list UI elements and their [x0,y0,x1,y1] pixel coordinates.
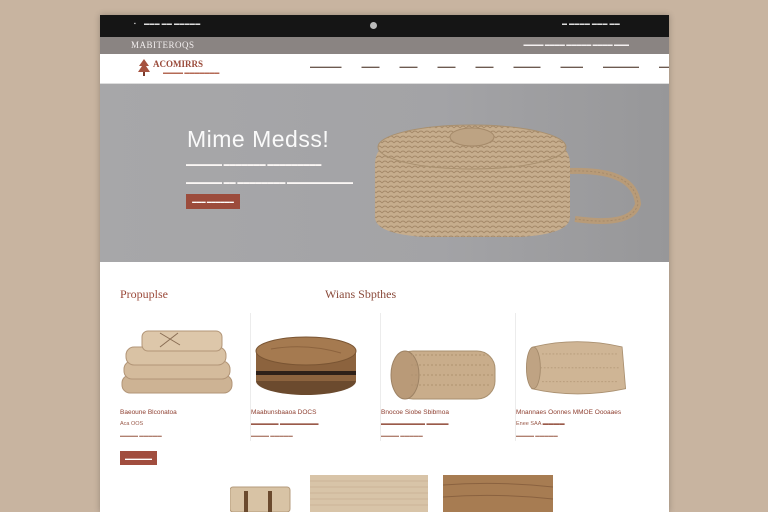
brand-tagline: ▬▬▬▬ ▬▬▬▬▬▬▬ [163,70,220,76]
product-name[interactable]: Baeoune Blconatoa [120,409,177,416]
product-card[interactable]: Baeoune Blconatoa Aca OOS ▬▬▬▬ ▬▬▬▬▬ [120,313,240,441]
topbar-icon[interactable]: ▪ [134,21,136,27]
header-links[interactable]: ▬▬▬▬ ▬▬▬▬ ▬▬▬▬▬ ▬▬▬▬ ▬▬▬ [523,42,629,48]
hero-title: Mime Medss! [187,126,330,152]
menu-item[interactable]: ▬▬▬▬▬ [561,64,584,69]
webpage: ▪ ▬▬▬ ▬▬ ▬▬▬▬▬ ▬ ▬▬▬▬ ▬▬▬ ▬▬ MABITEROQS … [100,15,669,512]
product-price: Enee SAA ▬▬▬▬ [516,421,565,427]
topbar-link[interactable]: ▬▬▬▬▬ [174,21,201,27]
product-name[interactable]: Maabunsbaaoa DOCS [251,409,316,416]
section-heading-left: Propuplse [120,287,168,301]
brand-name[interactable]: ACOMIRRS [153,59,203,69]
menu-item[interactable]: ▬▬▬▬ [476,64,494,69]
product-price: ▬▬▬▬▬▬▬▬ ▬▬▬▬ [381,421,449,427]
product-grid: Baeoune Blconatoa Aca OOS ▬▬▬▬ ▬▬▬▬▬ Maa… [120,313,653,441]
menu-item[interactable]: ▬▬▬▬ [438,64,456,69]
nav-menu: ▬▬▬▬▬▬▬ ▬▬▬▬ ▬▬▬▬ ▬▬▬▬ ▬▬▬▬ ▬▬▬▬▬▬ ▬▬▬▬▬… [310,64,669,69]
burlap-fabric-image [310,475,428,512]
product-card[interactable]: Maabunsbaaoa DOCS ▬▬▬▬▬ ▬▬▬▬▬▬▬ ▬▬▬▬ ▬▬▬… [250,313,371,441]
product-name[interactable]: Bnocoe Siobe Sbibmoa [381,409,449,416]
tree-logo-icon[interactable] [137,58,151,76]
topbar-center-icon [370,22,377,29]
menu-item[interactable]: ▬▬▬▬ [362,64,380,69]
topbar-links-right[interactable]: ▬ ▬▬▬▬ ▬▬▬ ▬▬ [562,21,620,27]
menu-item[interactable]: ▬▬▬▬▬▬ [514,64,541,69]
product-meta: ▬▬▬▬ ▬▬▬▬▬ [516,433,558,438]
section-heading-right: Wians Sbpthes [325,287,397,301]
hero-description: ▬▬▬▬▬▬ ▬▬ ▬▬▬▬▬▬▬▬ ▬▬▬▬▬▬▬▬▬▬▬ [186,180,354,186]
menu-item[interactable]: ▬▬▬▬ [400,64,418,69]
site-title[interactable]: MABITEROQS [131,40,195,50]
rope-basket-image [375,124,642,237]
hero-subtitle: ▬▬▬▬▬▬ ▬▬▬▬▬▬▬ ▬▬▬▬▬▬▬▬▬ [186,162,322,168]
product-meta: ▬▬▬▬ ▬▬▬▬▬ [251,433,293,438]
product-name[interactable]: Mnannaes Oonnes MMOE Oooaaes [516,409,621,416]
shop-now-button[interactable]: ▬▬▬▬▬▬ [120,451,157,465]
rope-bolster-image [390,350,496,400]
product-price: Aca OOS [120,421,144,427]
product-price: ▬▬▬▬▬ ▬▬▬▬▬▬▬ [251,421,319,427]
folded-blankets-image [121,330,233,394]
hero-cta-button[interactable]: ▬▬▬ ▬▬▬▬▬▬ [186,194,240,209]
menu-item[interactable]: ▬▬▬▬▬▬▬▬ [603,64,639,69]
topbar-link[interactable]: ▬▬▬ ▬▬ [144,21,172,27]
product-meta: ▬▬▬▬ ▬▬▬▬▬ [120,433,162,438]
menu-item[interactable]: ▬▬▬▬▬▬▬ [310,64,342,69]
main-nav: ACOMIRRS ▬▬▬▬ ▬▬▬▬▬▬▬ ▬▬▬▬▬▬▬ ▬▬▬▬ ▬▬▬▬ … [100,54,669,84]
product-card[interactable]: Bnocoe Siobe Sbibmoa ▬▬▬▬▬▬▬▬ ▬▬▬▬ ▬▬▬▬ … [380,313,501,441]
top-bar: ▪ ▬▬▬ ▬▬ ▬▬▬▬▬ ▬ ▬▬▬▬ ▬▬▬ ▬▬ [100,15,669,37]
site-header-bar: MABITEROQS ▬▬▬▬ ▬▬▬▬ ▬▬▬▬▬ ▬▬▬▬ ▬▬▬ [100,37,669,54]
burlap-cushion-image [526,341,627,395]
frame-product-image [230,486,291,512]
hero-banner: Mime Medss! ▬▬▬▬▬▬ ▬▬▬▬▬▬▬ ▬▬▬▬▬▬▬▬▬ ▬▬▬… [100,84,669,262]
menu-item[interactable]: ▬▬▬▬▬ [659,64,669,69]
wood-board-image [443,475,553,512]
product-card[interactable]: Mnannaes Oonnes MMOE Oooaaes Enee SAA ▬▬… [515,313,654,441]
product-meta: ▬▬▬▬ ▬▬▬▬▬ [381,433,423,438]
wooden-stool-image [255,336,357,395]
